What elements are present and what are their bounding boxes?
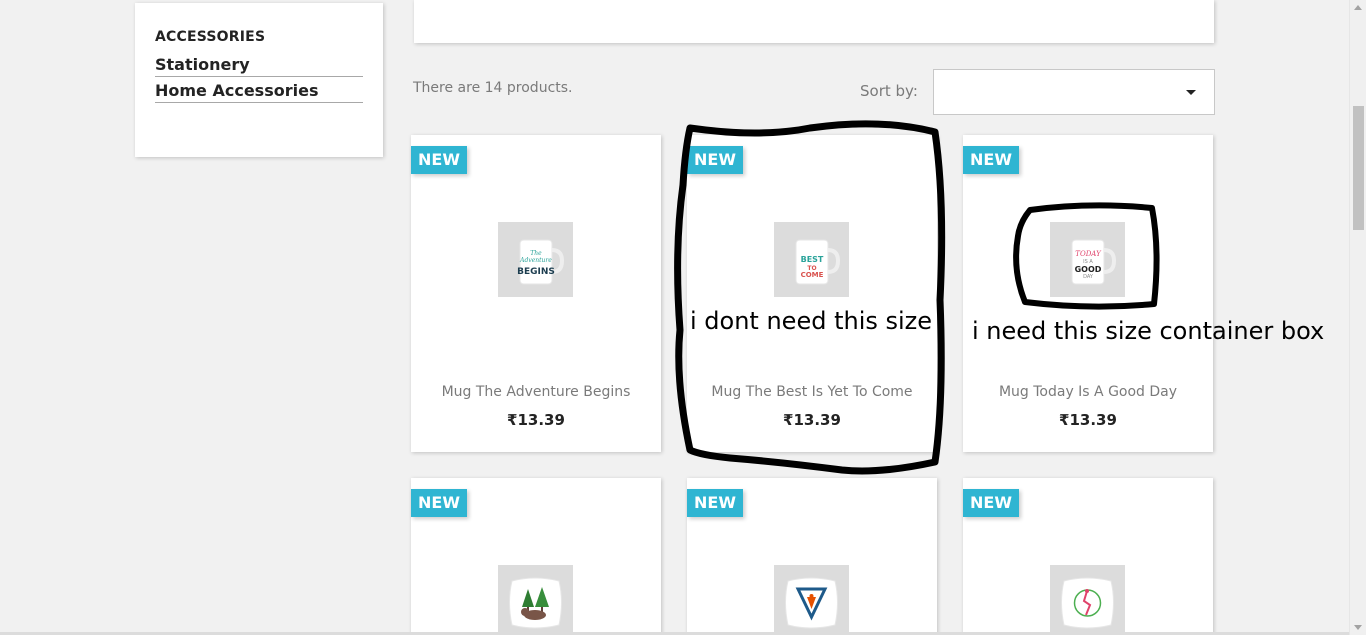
sort-label: Sort by: bbox=[860, 82, 918, 100]
mug-text: COME bbox=[801, 271, 824, 279]
product-thumbnail[interactable]: BEST TO COME bbox=[774, 222, 849, 297]
mug-text: BEST bbox=[801, 255, 824, 264]
cushion-image-icon bbox=[774, 565, 849, 635]
product-thumbnail[interactable] bbox=[498, 565, 573, 635]
sidebar-item-stationery[interactable]: Stationery bbox=[155, 51, 363, 77]
new-badge: NEW bbox=[411, 489, 467, 517]
scroll-up-arrow-icon[interactable] bbox=[1354, 5, 1362, 10]
product-thumbnail[interactable] bbox=[774, 565, 849, 635]
product-count: There are 14 products. bbox=[413, 80, 573, 96]
new-badge: NEW bbox=[687, 146, 743, 174]
category-sidebar: ACCESSORIES Stationery Home Accessories bbox=[135, 3, 383, 157]
mug-text: TODAY bbox=[1075, 250, 1102, 258]
product-card[interactable]: NEW bbox=[687, 478, 937, 635]
product-card[interactable]: NEW bbox=[963, 478, 1213, 635]
product-card[interactable]: NEW TODAY IS A GOOD DAY Mug Today Is A G… bbox=[963, 135, 1213, 452]
mug-image-icon: The Adventure BEGINS bbox=[498, 222, 573, 297]
mug-text: Adventure bbox=[519, 257, 552, 264]
mug-text: DAY bbox=[1083, 274, 1094, 280]
product-name[interactable]: Mug The Adventure Begins bbox=[411, 384, 661, 400]
product-name[interactable]: Mug The Best Is Yet To Come bbox=[687, 384, 937, 400]
new-badge: NEW bbox=[687, 489, 743, 517]
product-price: ₹13.39 bbox=[507, 411, 565, 429]
product-thumbnail[interactable] bbox=[1050, 565, 1125, 635]
category-header-box bbox=[414, 0, 1214, 43]
sidebar-item-home-accessories[interactable]: Home Accessories bbox=[155, 77, 363, 103]
scrollbar-thumb[interactable] bbox=[1353, 106, 1364, 230]
mug-image-icon: BEST TO COME bbox=[774, 222, 849, 297]
mug-text: GOOD bbox=[1075, 265, 1102, 274]
product-card[interactable]: NEW BEST TO COME Mug The Best Is Yet To … bbox=[687, 135, 937, 452]
new-badge: NEW bbox=[963, 489, 1019, 517]
mug-text: BEGINS bbox=[517, 267, 555, 277]
cushion-image-icon bbox=[498, 565, 573, 635]
product-card[interactable]: NEW The Adventure BEGINS Mug The Adventu… bbox=[411, 135, 661, 452]
sort-dropdown[interactable] bbox=[933, 69, 1215, 115]
mug-image-icon: TODAY IS A GOOD DAY bbox=[1050, 222, 1125, 297]
product-thumbnail[interactable]: The Adventure BEGINS bbox=[498, 222, 573, 297]
cushion-image-icon bbox=[1050, 565, 1125, 635]
product-card[interactable]: NEW bbox=[411, 478, 661, 635]
new-badge: NEW bbox=[411, 146, 467, 174]
page: ACCESSORIES Stationery Home Accessories … bbox=[0, 0, 1366, 635]
sidebar-title: ACCESSORIES bbox=[155, 29, 266, 45]
product-price: ₹13.39 bbox=[783, 411, 841, 429]
product-name[interactable]: Mug Today Is A Good Day bbox=[963, 384, 1213, 400]
mug-text: The bbox=[530, 250, 542, 257]
new-badge: NEW bbox=[963, 146, 1019, 174]
vertical-scrollbar[interactable] bbox=[1349, 0, 1366, 635]
product-price: ₹13.39 bbox=[1059, 411, 1117, 429]
scroll-down-arrow-icon[interactable] bbox=[1354, 625, 1362, 630]
caret-down-icon bbox=[1186, 90, 1196, 95]
product-thumbnail[interactable]: TODAY IS A GOOD DAY bbox=[1050, 222, 1125, 297]
